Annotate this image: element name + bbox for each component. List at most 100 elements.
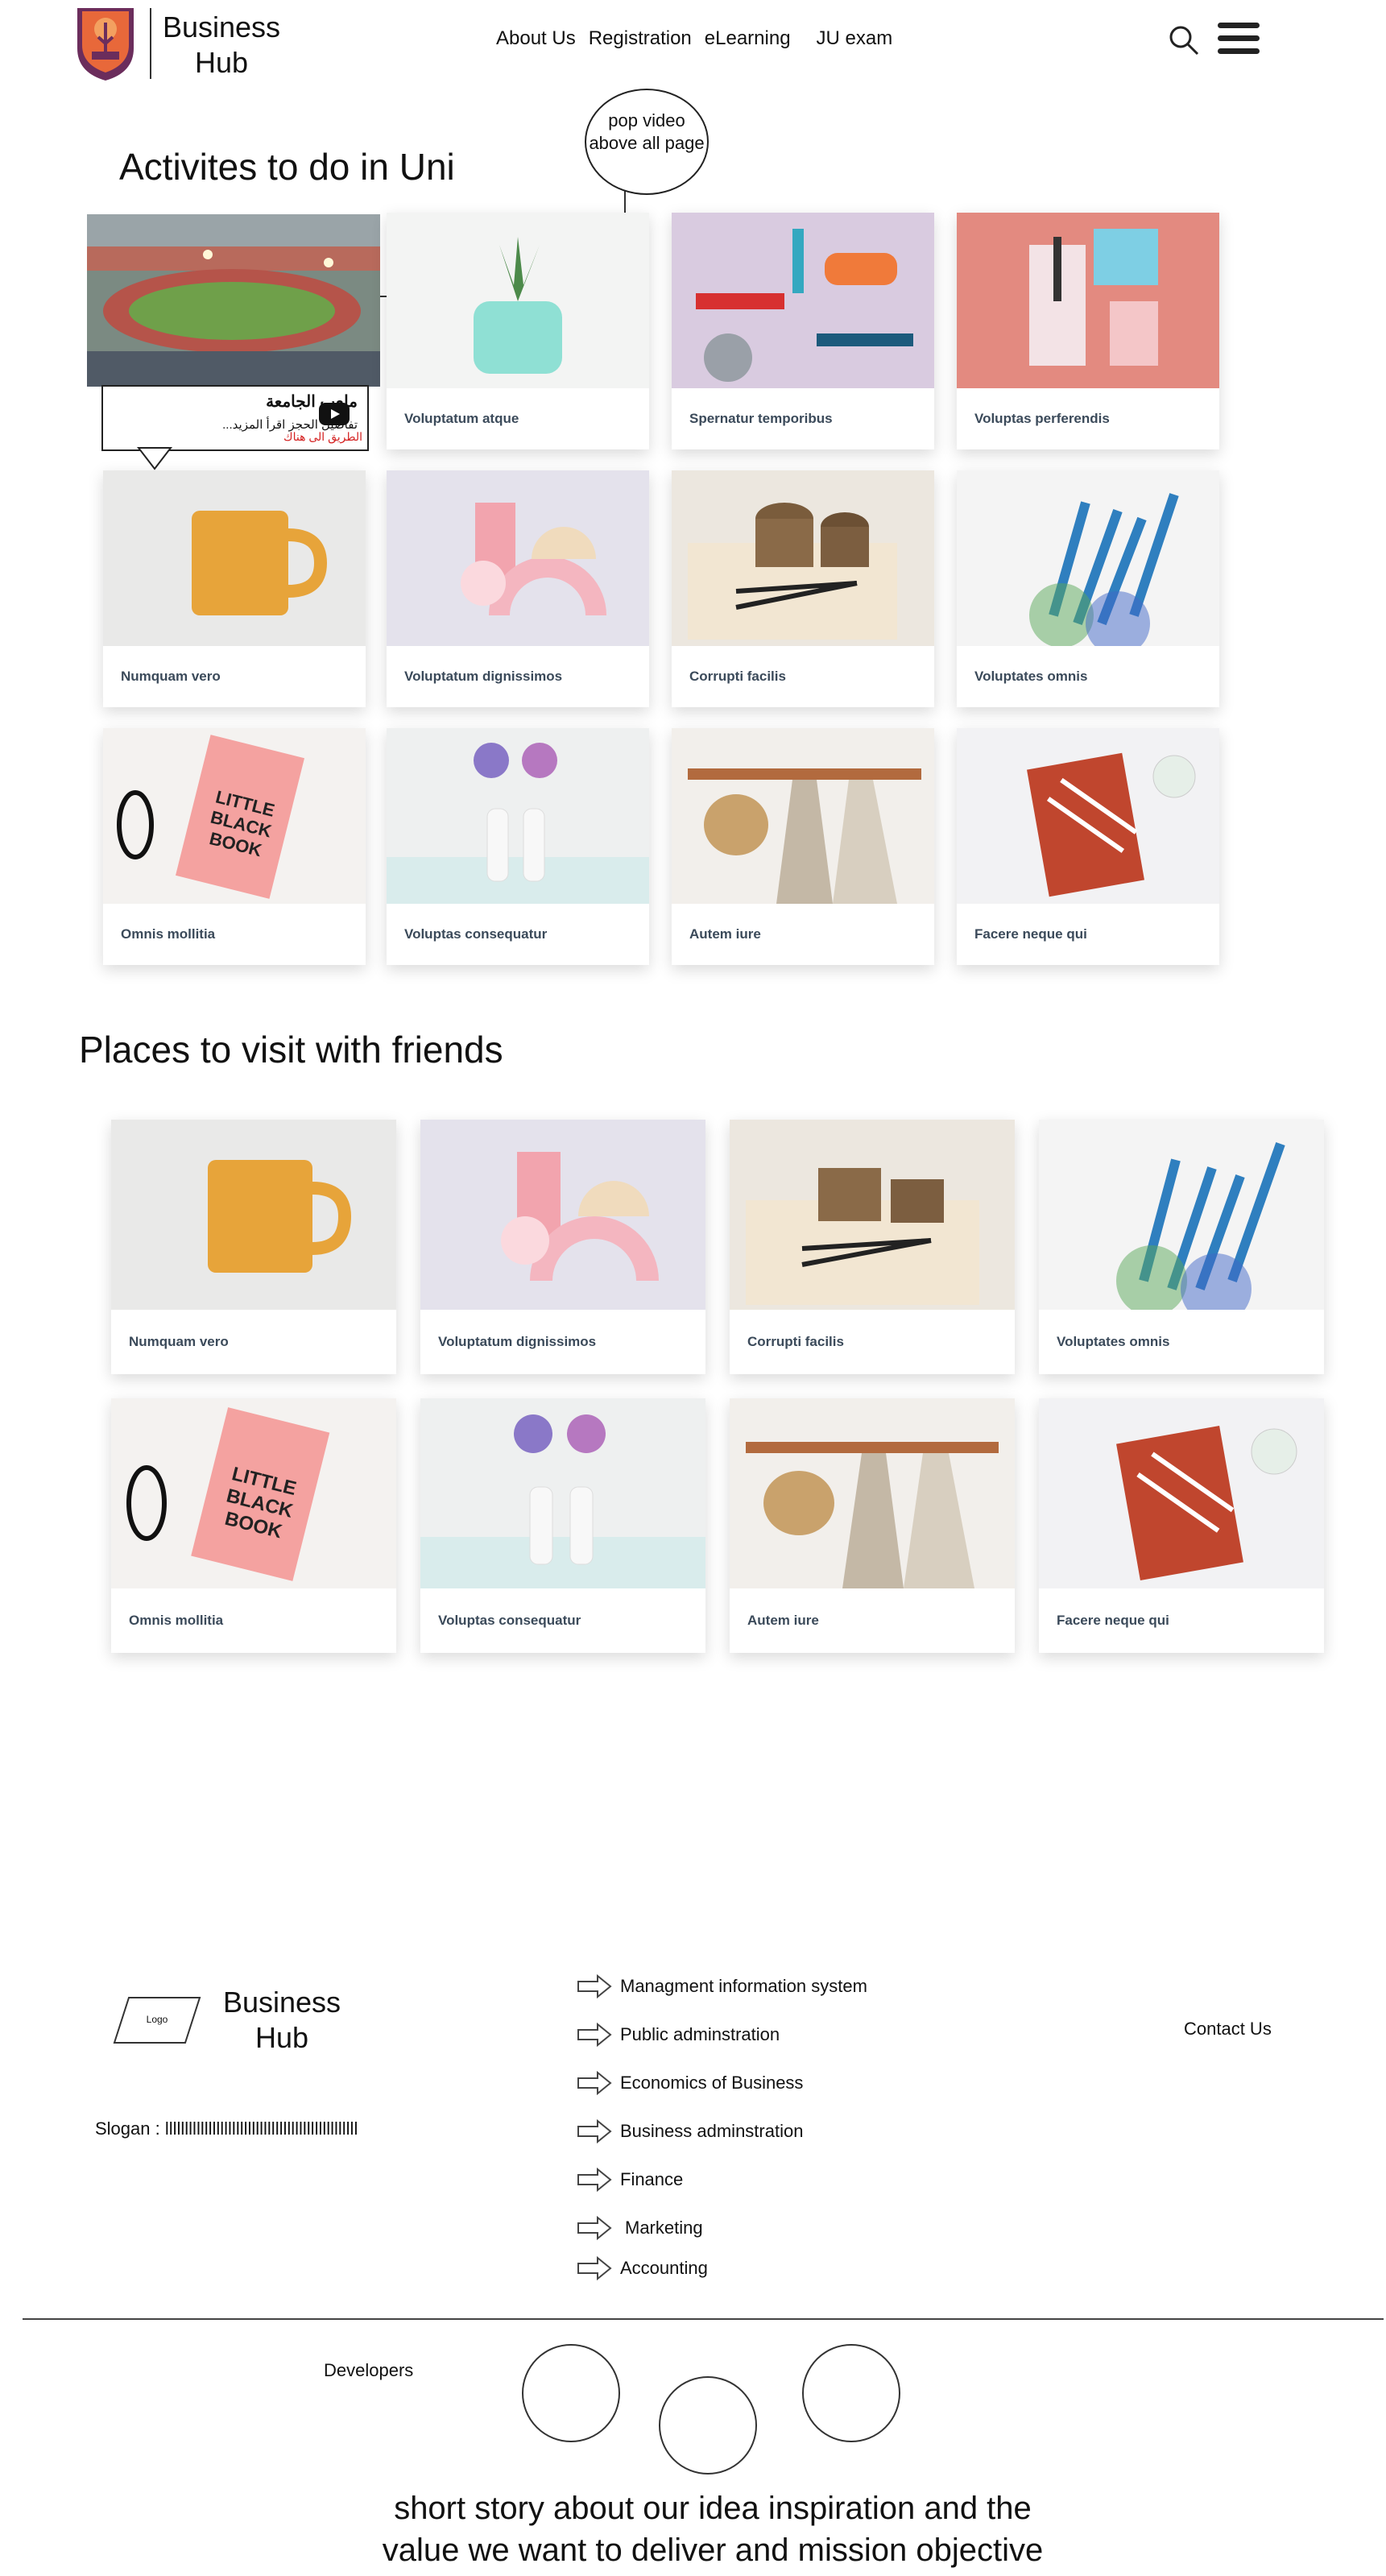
footer-link-public-admin[interactable]: Public adminstration xyxy=(577,2019,780,2051)
place-card[interactable]: Voluptates omnis xyxy=(1039,1120,1324,1374)
activity-card[interactable]: Voluptas consequatur xyxy=(387,728,649,965)
footer-link-finance[interactable]: Finance xyxy=(577,2164,683,2196)
activity-card[interactable]: Voluptates omnis xyxy=(957,470,1219,707)
activity-card[interactable]: Corrupti facilis xyxy=(672,470,934,707)
notebook-hands-image xyxy=(1039,1398,1324,1588)
nav-elearning[interactable]: eLearning xyxy=(705,27,791,50)
mug-image xyxy=(103,470,366,646)
place-card[interactable]: Facere neque qui xyxy=(1039,1398,1324,1653)
paint-brushes-image xyxy=(672,213,934,388)
card-label: Facere neque qui xyxy=(974,926,1087,942)
popup-note-bubble: pop video above all page xyxy=(585,89,709,195)
card-label: Voluptas perferendis xyxy=(974,411,1110,426)
footer-logo[interactable]: Logo xyxy=(113,1996,201,2044)
activity-card[interactable]: Voluptatum dignissimos xyxy=(387,470,649,707)
activity-card[interactable]: LITTLE BLACK BOOK Omnis mollitia xyxy=(103,728,366,965)
arrow-right-icon xyxy=(577,2023,612,2047)
card-label: Autem iure xyxy=(689,926,761,942)
footer-brand-line-1: Business xyxy=(222,1986,341,2019)
footer-link-label: Marketing xyxy=(625,2218,703,2238)
arrow-right-icon xyxy=(577,2256,612,2280)
place-card[interactable]: Numquam vero xyxy=(111,1120,396,1374)
book-image: LITTLE BLACK BOOK xyxy=(111,1398,396,1588)
arrow-right-icon xyxy=(577,2216,612,2240)
developer-avatar[interactable] xyxy=(659,2376,757,2475)
activity-card[interactable]: Autem iure xyxy=(672,728,934,965)
footer-divider xyxy=(23,2318,1384,2320)
notebook-hands-image xyxy=(957,728,1219,904)
activity-card[interactable]: Voluptatum atque xyxy=(387,213,649,449)
youtube-icon[interactable] xyxy=(319,403,350,425)
place-card[interactable]: Autem iure xyxy=(730,1398,1015,1653)
footer-link-marketing[interactable]: Marketing xyxy=(577,2212,703,2244)
card-label: Facere neque qui xyxy=(1057,1613,1169,1628)
place-card[interactable]: Voluptas consequatur xyxy=(420,1398,705,1653)
mission-line-1: short story about our idea inspiration a… xyxy=(394,2491,1032,2526)
mission-statement: short story about our idea inspiration a… xyxy=(306,2487,1119,2571)
search-icon[interactable] xyxy=(1168,24,1200,56)
directions-link[interactable]: الطريق الى هناك xyxy=(283,430,362,444)
stadium-info-box[interactable]: ملعب الجامعة تفاصيل الحجز اقرأ المزيد...… xyxy=(101,385,369,451)
contact-us-link[interactable]: Contact Us xyxy=(1184,2019,1272,2040)
developers-label: Developers xyxy=(324,2360,414,2380)
header-divider xyxy=(150,8,151,79)
scissors-twine-image xyxy=(730,1120,1015,1310)
arrow-right-icon xyxy=(577,1974,612,1998)
developer-avatar[interactable] xyxy=(802,2344,900,2442)
card-label: Voluptatum dignissimos xyxy=(404,669,563,684)
activity-card[interactable]: Voluptas perferendis xyxy=(957,213,1219,449)
footer-link-business-admin[interactable]: Business adminstration xyxy=(577,2115,803,2147)
footer-logo-text: Logo xyxy=(146,2014,168,2025)
activity-card[interactable]: Numquam vero xyxy=(103,470,366,707)
developer-avatar[interactable] xyxy=(522,2344,620,2442)
card-label: Voluptatum dignissimos xyxy=(438,1334,597,1349)
place-card[interactable]: Voluptatum dignissimos xyxy=(420,1120,705,1374)
footer-link-label: Public adminstration xyxy=(620,2024,780,2044)
card-label: Voluptates omnis xyxy=(974,669,1088,684)
hamburger-menu-icon[interactable] xyxy=(1218,23,1260,56)
footer-link-label: Accounting xyxy=(620,2258,708,2278)
shapes-image xyxy=(420,1120,705,1310)
card-label: Omnis mollitia xyxy=(121,926,216,942)
pencils-image xyxy=(957,470,1219,646)
nav-about-us[interactable]: About Us xyxy=(496,27,576,50)
activity-card[interactable]: Spernatur temporibus xyxy=(672,213,934,449)
main-nav: About Us Registration eLearning JU exam xyxy=(496,27,892,50)
popup-note-text: pop video above all page xyxy=(589,110,705,153)
footer-link-label: Economics of Business xyxy=(620,2073,804,2093)
card-label: Voluptates omnis xyxy=(1057,1334,1170,1349)
place-card[interactable]: Corrupti facilis xyxy=(730,1120,1015,1374)
mission-line-2: value we want to deliver and mission obj… xyxy=(382,2533,1044,2568)
pencils-image xyxy=(1039,1120,1324,1310)
scissors-twine-image xyxy=(672,470,934,646)
card-label: Voluptas consequatur xyxy=(438,1613,581,1628)
card-label: Omnis mollitia xyxy=(129,1613,224,1628)
brand-line-2: Hub xyxy=(194,46,249,79)
place-card[interactable]: LITTLE BLACK BOOK Omnis mollitia xyxy=(111,1398,396,1653)
flowers-vase-image xyxy=(387,728,649,904)
arrow-right-icon xyxy=(577,2071,612,2095)
stationery-image xyxy=(957,213,1219,388)
footer-link-label: Business adminstration xyxy=(620,2121,804,2141)
card-label: Spernatur temporibus xyxy=(689,411,833,426)
footer-link-mis[interactable]: Managment information system xyxy=(577,1970,867,2002)
mug-image xyxy=(111,1120,396,1310)
brand-name[interactable]: Business Hub xyxy=(161,10,282,81)
card-label: Corrupti facilis xyxy=(747,1334,844,1349)
footer-link-economics[interactable]: Economics of Business xyxy=(577,2067,803,2099)
flowers-vase-image xyxy=(420,1398,705,1588)
footer-brand-line-2: Hub xyxy=(254,2021,309,2054)
university-logo[interactable] xyxy=(74,5,137,82)
stadium-image[interactable] xyxy=(87,214,380,387)
towels-hooks-image xyxy=(672,728,934,904)
card-label: Corrupti facilis xyxy=(689,669,786,684)
activity-card[interactable]: Facere neque qui xyxy=(957,728,1219,965)
arrow-right-icon xyxy=(577,2119,612,2143)
nav-ju-exam[interactable]: JU exam xyxy=(817,27,893,50)
callout-pointer xyxy=(137,447,172,470)
plant-image xyxy=(387,213,649,388)
footer-link-accounting[interactable]: Accounting xyxy=(577,2252,708,2284)
nav-registration[interactable]: Registration xyxy=(589,27,692,50)
card-label: Voluptas consequatur xyxy=(404,926,548,942)
card-label: Voluptatum atque xyxy=(404,411,519,426)
